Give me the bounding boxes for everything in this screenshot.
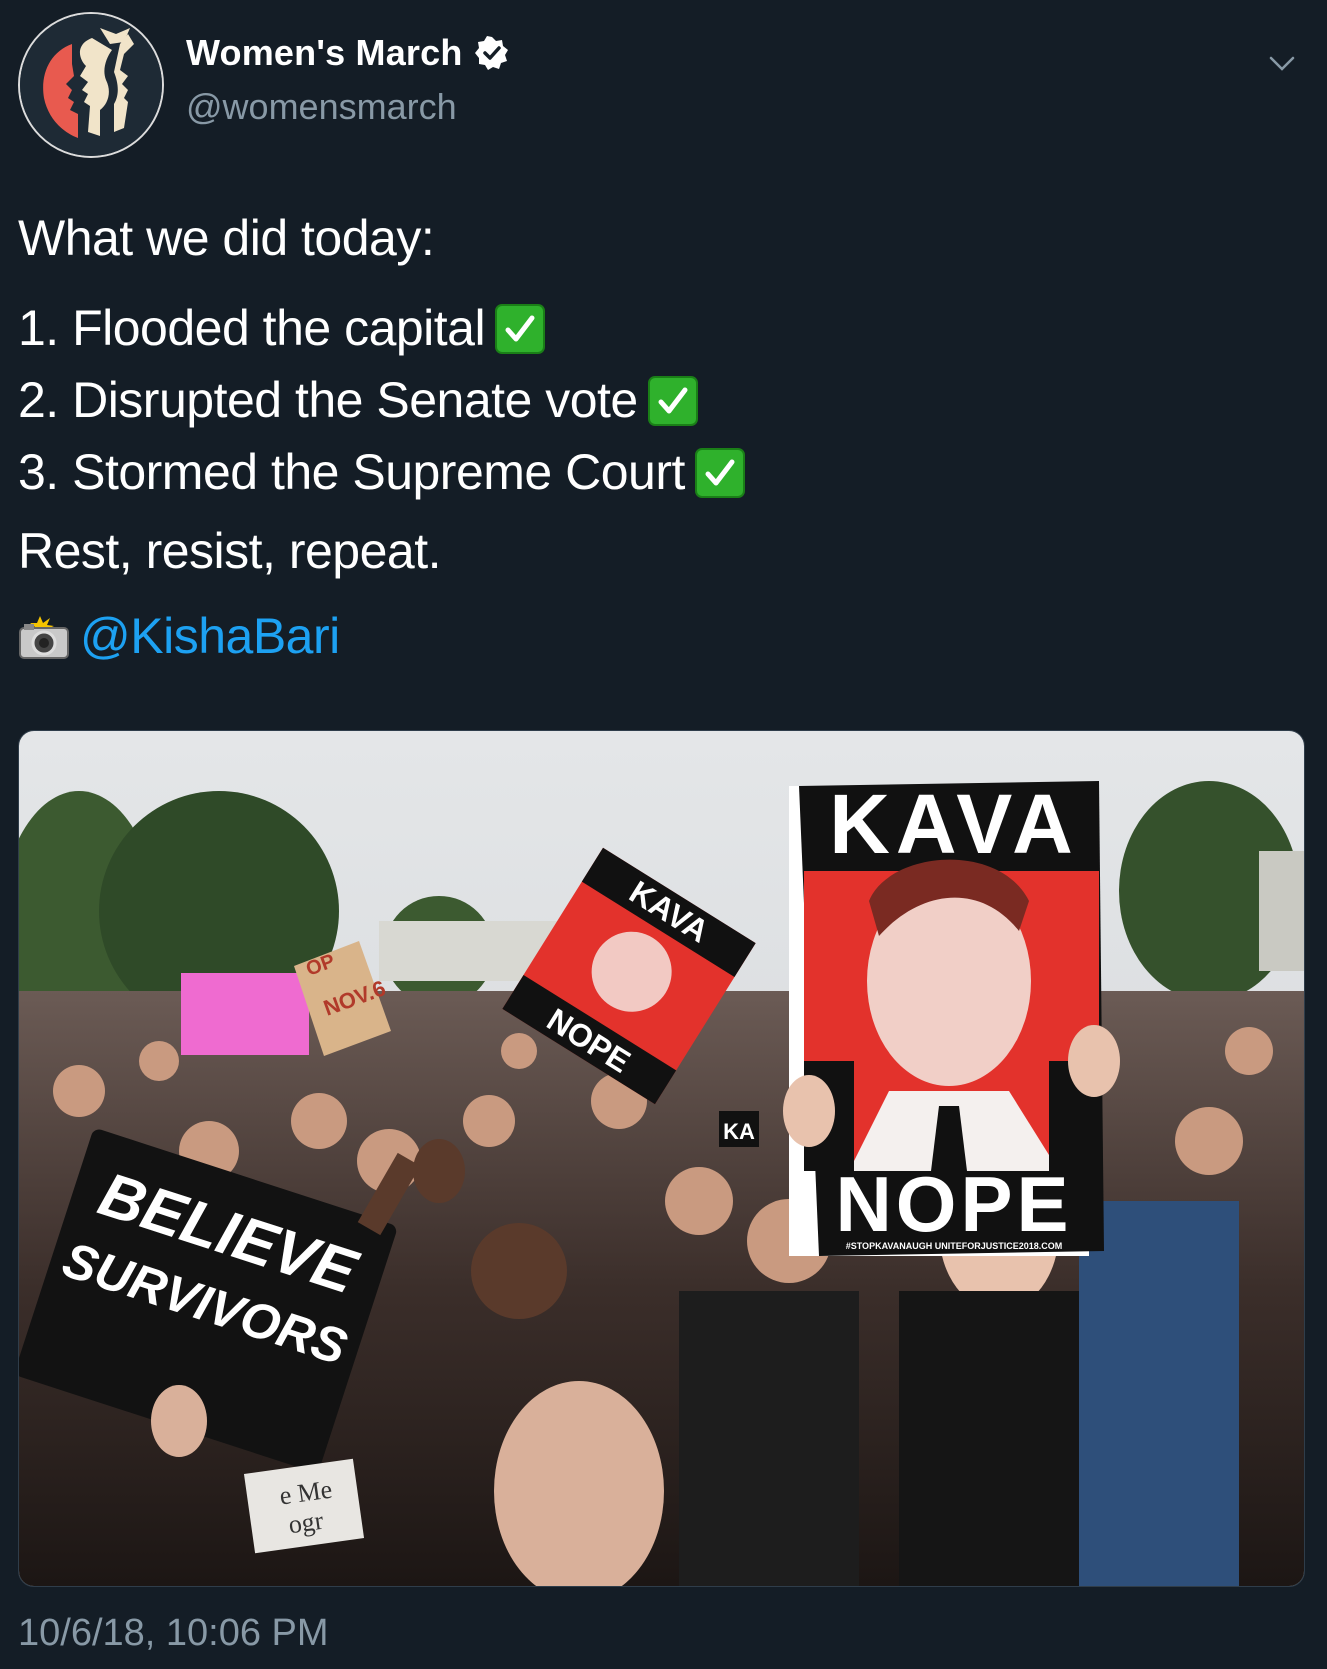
list-item: 3. Stormed the Supreme Court [18,437,1308,509]
list-item: 2. Disrupted the Senate vote [18,365,1308,437]
check-mark-emoji-icon [694,448,745,498]
tweet-closing: Rest, resist, repeat. [18,523,442,579]
list-item-text: 1. Flooded the capital [18,300,486,357]
avatar[interactable] [18,12,164,158]
list-item: 1. Flooded the capital [18,293,1308,365]
big-sign-footer-text: #STOPKAVANAUGH UNITEFORJUSTICE2018.COM [846,1241,1063,1251]
sign-ogr-text: ogr [287,1506,326,1540]
tweet-timestamp[interactable]: 10/6/18, 10:06 PM [18,1612,329,1655]
credit-mention-link[interactable]: @KishaBari [80,608,340,666]
verified-badge-icon [474,36,509,70]
small-ka-text: KA [723,1119,755,1144]
tweet-intro: What we did today: [18,210,435,266]
check-mark-emoji-icon [495,304,546,354]
tweet-header: Women's March @womensmarch [18,12,1313,158]
protest-photo: NOV.6 OP KAVA NOPE KA KAVA NOPE #STOPKAV… [19,731,1304,1586]
chevron-down-icon[interactable] [1265,46,1299,80]
list-item-text: 2. Disrupted the Senate vote [18,372,638,429]
big-sign-bottom-text: NOPE [835,1160,1072,1248]
display-name[interactable]: Women's March [186,32,509,74]
account-names: Women's March @womensmarch [186,32,509,128]
tweet-photo[interactable]: NOV.6 OP KAVA NOPE KA KAVA NOPE #STOPKAV… [18,730,1305,1587]
womens-march-logo-icon [20,14,162,156]
account-handle[interactable]: @womensmarch [186,86,509,128]
big-sign-top-text: KAVA [829,777,1079,871]
display-name-text[interactable]: Women's March [186,32,463,74]
list-item-text: 3. Stormed the Supreme Court [18,444,685,501]
big-kavanope-sign: KAVA NOPE #STOPKAVANAUGH UNITEFORJUSTICE… [789,777,1104,1256]
camera-flash-icon [19,615,69,659]
check-mark-emoji-icon [647,376,698,426]
tweet-list: 1. Flooded the capital 2. Disrupted the … [18,293,1308,509]
photo-credit: @KishaBari [18,608,1308,666]
